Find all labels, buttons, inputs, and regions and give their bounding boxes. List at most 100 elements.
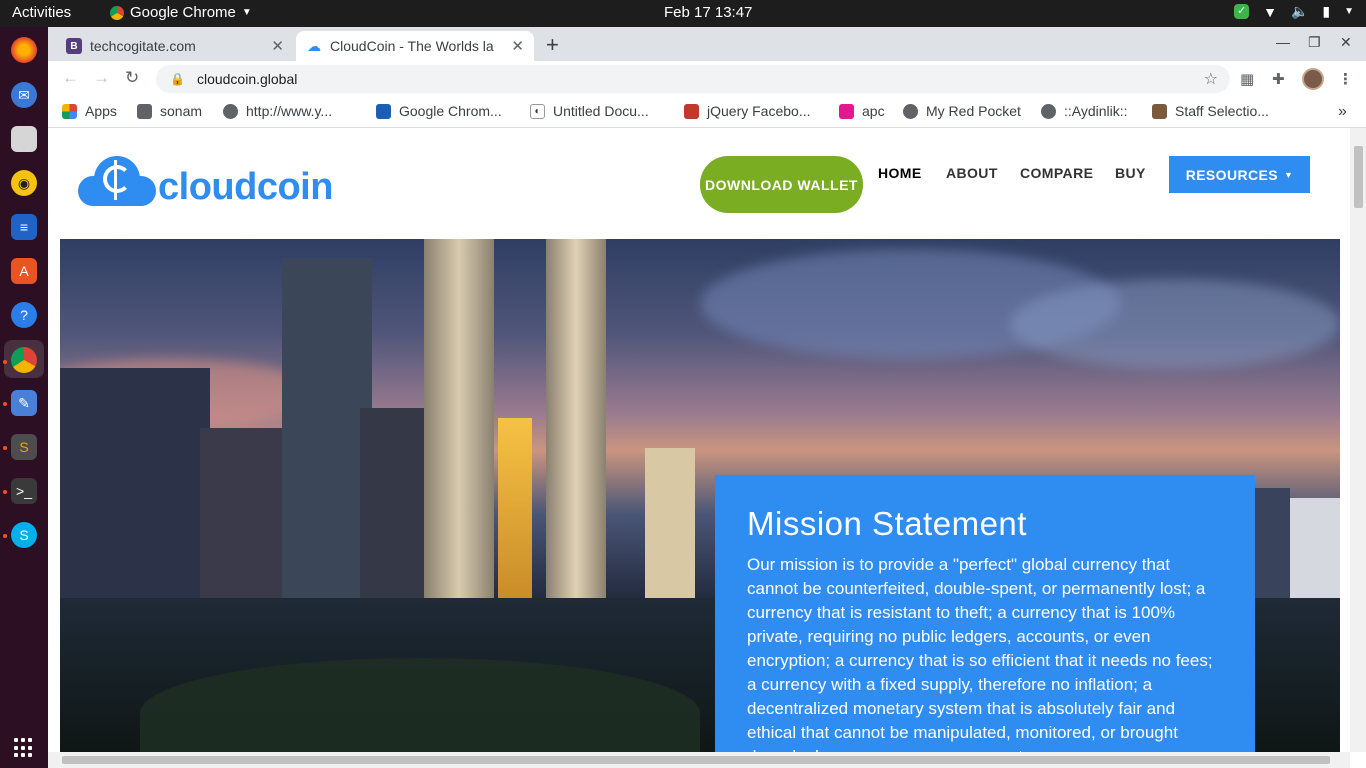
- back-arrow-icon[interactable]: ←: [62, 68, 79, 88]
- software-center-icon[interactable]: A: [11, 258, 37, 284]
- bookmark-label: Google Chrom...: [399, 103, 502, 119]
- globe-icon: [223, 103, 238, 119]
- chrome-dock-icon[interactable]: [11, 347, 37, 373]
- ubuntu-dock: ✉ ◉ ≡ A ? ✎ S >_ S: [0, 27, 48, 768]
- bookmark-label: Apps: [85, 103, 117, 119]
- logo-text: cloudcoin: [158, 165, 333, 208]
- close-tab-icon[interactable]: ✕: [271, 37, 284, 55]
- bookmark-aydinlik[interactable]: ::Aydinlik::: [1041, 103, 1128, 119]
- bookmark-http[interactable]: http://www.y...: [223, 103, 332, 119]
- mission-text: Our mission is to provide a "perfect" gl…: [747, 555, 1213, 766]
- apc-icon: [839, 103, 854, 119]
- bookmark-jquery[interactable]: jQuery Facebo...: [684, 103, 811, 119]
- app-menu[interactable]: Google Chrome ▼: [110, 4, 252, 21]
- tab-title: CloudCoin - The Worlds la: [330, 38, 494, 54]
- system-tray[interactable]: ✓ ▼ 🔈 ▮ ▼: [1234, 3, 1354, 20]
- download-wallet-button[interactable]: DOWNLOAD WALLET: [700, 156, 863, 213]
- battery-icon: ▮: [1322, 3, 1331, 19]
- jquery-icon: [684, 103, 699, 119]
- wifi-icon: ▼: [1263, 3, 1277, 20]
- chrome-icon: [110, 5, 124, 20]
- mission-title: Mission Statement: [747, 505, 1027, 542]
- minimize-icon[interactable]: —: [1276, 34, 1290, 50]
- close-window-icon[interactable]: ✕: [1340, 34, 1352, 51]
- url-text[interactable]: cloudcoin.global: [197, 71, 297, 87]
- bookmark-google-chrome[interactable]: Google Chrom...: [376, 103, 502, 119]
- cloudcoin-logo-icon: [78, 154, 156, 210]
- reload-icon[interactable]: ↻: [125, 68, 139, 88]
- show-applications-icon[interactable]: [14, 738, 34, 758]
- sublime-text-icon[interactable]: S: [11, 434, 37, 460]
- ssc-icon: [1152, 103, 1167, 119]
- bookmark-apps[interactable]: Apps: [62, 103, 117, 119]
- resources-label: RESOURCES: [1185, 166, 1278, 183]
- firefox-icon[interactable]: [11, 37, 37, 63]
- files-icon[interactable]: [11, 126, 37, 152]
- horizontal-scroll-thumb[interactable]: [62, 756, 1330, 764]
- bookmarks-bar: Apps sonam http://www.y... Google Chrom.…: [48, 97, 1366, 128]
- bookmark-star-icon[interactable]: ☆: [1204, 69, 1218, 89]
- bookmark-label: ::Aydinlik::: [1064, 103, 1128, 119]
- kebab-menu-icon[interactable]: ⋮: [1338, 70, 1353, 88]
- writer-icon[interactable]: ≡: [11, 214, 37, 240]
- bookmark-label: jQuery Facebo...: [707, 103, 811, 119]
- running-indicator: [3, 446, 7, 450]
- vertical-scrollbar[interactable]: [1350, 128, 1366, 752]
- vertical-scroll-thumb[interactable]: [1354, 146, 1363, 208]
- bookmark-untitled-doc[interactable]: ◐ Untitled Docu...: [530, 103, 649, 119]
- bookmark-sonam[interactable]: sonam: [137, 103, 202, 119]
- nav-home[interactable]: HOME: [878, 165, 922, 181]
- clock[interactable]: Feb 17 13:47: [664, 4, 752, 21]
- bookmarks-overflow-icon[interactable]: »: [1338, 103, 1347, 121]
- page-viewport: cloudcoin DOWNLOAD WALLET HOME ABOUT COM…: [48, 128, 1366, 768]
- globe-icon: [1041, 103, 1056, 119]
- bookmark-label: My Red Pocket: [926, 103, 1021, 119]
- bootstrap-favicon-icon: B: [66, 38, 82, 54]
- address-bar[interactable]: 🔒 cloudcoin.global ☆: [156, 65, 1230, 93]
- skype-icon[interactable]: S: [11, 522, 37, 548]
- cloudcoin-logo[interactable]: cloudcoin: [78, 154, 333, 210]
- lock-icon[interactable]: 🔒: [170, 72, 185, 86]
- running-indicator: [3, 490, 7, 494]
- chevron-down-icon: ▼: [241, 7, 252, 18]
- forward-arrow-icon[interactable]: →: [93, 68, 110, 88]
- maximize-icon[interactable]: ❐: [1308, 34, 1321, 51]
- rhythmbox-icon[interactable]: ◉: [11, 170, 37, 196]
- apps-grid-icon: [62, 103, 77, 119]
- volume-icon: 🔈: [1290, 3, 1309, 19]
- folder-icon: [137, 103, 152, 119]
- caret-down-icon: ▼: [1283, 169, 1294, 180]
- system-top-bar: Activities Google Chrome ▼ Feb 17 13:47 …: [0, 0, 1366, 27]
- hero-cityscape-image: Mission Statement Our mission is to prov…: [60, 239, 1340, 768]
- bookmark-label: Staff Selectio...: [1175, 103, 1269, 119]
- cloud-favicon-icon: ☁: [307, 37, 321, 54]
- new-tab-icon[interactable]: +: [546, 32, 559, 58]
- globe-icon: [903, 103, 918, 119]
- bookmark-apc[interactable]: apc: [839, 103, 885, 119]
- nav-compare[interactable]: COMPARE: [1020, 165, 1093, 181]
- bookmark-staff-selection[interactable]: Staff Selectio...: [1152, 103, 1269, 119]
- nav-buy[interactable]: BUY: [1115, 165, 1146, 181]
- profile-avatar[interactable]: [1302, 68, 1324, 90]
- activities-button[interactable]: Activities: [12, 4, 71, 21]
- mission-statement-panel: Mission Statement Our mission is to prov…: [715, 475, 1255, 768]
- app-menu-label: Google Chrome: [130, 4, 236, 21]
- nav-about[interactable]: ABOUT: [946, 165, 998, 181]
- bookmark-label: sonam: [160, 103, 203, 119]
- terminal-icon[interactable]: >_: [11, 478, 37, 504]
- tab-cloudcoin[interactable]: ☁ CloudCoin - The Worlds la ✕: [296, 31, 534, 61]
- thunderbird-icon[interactable]: ✉: [11, 82, 37, 108]
- update-check-icon[interactable]: ✓: [1234, 4, 1250, 19]
- puzzle-extensions-icon[interactable]: ✚: [1272, 70, 1285, 88]
- tab-techcogitate[interactable]: B techcogitate.com ✕: [56, 31, 294, 61]
- running-indicator: [3, 360, 7, 364]
- bookmark-label: http://www.y...: [246, 103, 333, 119]
- help-icon[interactable]: ?: [11, 302, 37, 328]
- bookmark-my-red-pocket[interactable]: My Red Pocket: [903, 103, 1021, 119]
- text-editor-icon[interactable]: ✎: [11, 390, 37, 416]
- close-tab-icon[interactable]: ✕: [511, 37, 524, 55]
- extension-icon[interactable]: ▦: [1240, 70, 1254, 88]
- tab-strip: B techcogitate.com ✕ ☁ CloudCoin - The W…: [48, 27, 1366, 61]
- resources-dropdown-button[interactable]: RESOURCES ▼: [1169, 156, 1310, 193]
- horizontal-scrollbar[interactable]: [48, 752, 1350, 768]
